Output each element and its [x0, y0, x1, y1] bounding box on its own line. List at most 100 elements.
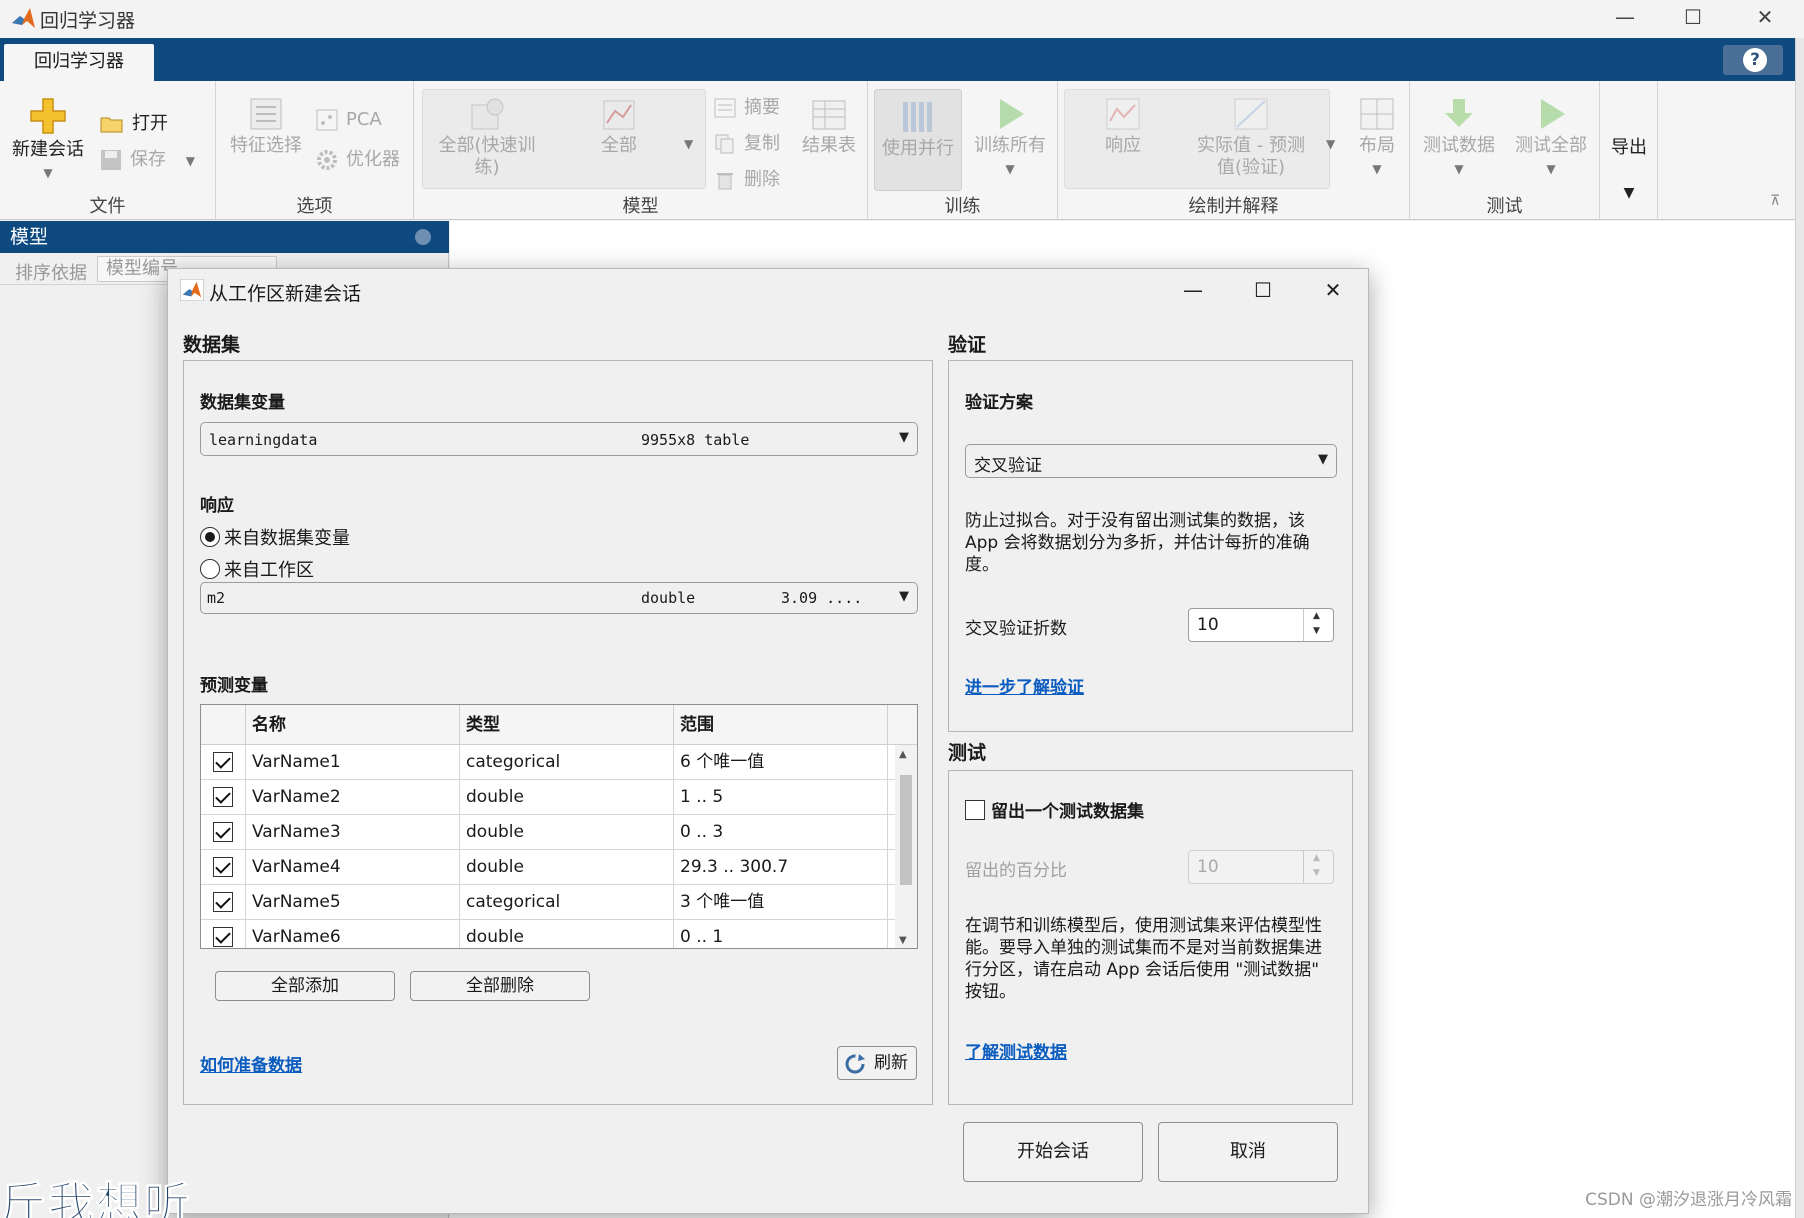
folder-open-icon: [100, 117, 123, 133]
open-button[interactable]: 打开: [100, 109, 168, 135]
spinner-down-icon[interactable]: ▼: [1313, 868, 1320, 878]
spinner-up-icon[interactable]: ▲: [1313, 853, 1320, 863]
scroll-up-icon[interactable]: ▲: [899, 749, 907, 760]
gear-icon: [317, 150, 337, 170]
collapse-ribbon-icon[interactable]: ⊼: [1770, 193, 1780, 209]
start-session-button[interactable]: 开始会话: [963, 1122, 1143, 1182]
add-all-button[interactable]: 全部添加: [215, 971, 395, 1001]
export-button[interactable]: 导出 ▼: [1604, 137, 1654, 204]
table-row[interactable]: VarName2 double 1 .. 5: [201, 780, 895, 815]
table-icon: [812, 100, 846, 130]
close-button[interactable]: ✕: [1730, 0, 1800, 38]
response-variable-select[interactable]: m2 double 3.09 .... ▼: [200, 582, 918, 614]
spinner-up-icon[interactable]: ▲: [1313, 611, 1320, 621]
play-icon: [1000, 99, 1024, 129]
table-row[interactable]: VarName1 categorical 6 个唯一值: [201, 745, 895, 780]
header-type[interactable]: 类型: [460, 705, 674, 745]
new-session-button[interactable]: 新建会话 ▼: [8, 97, 88, 184]
scroll-thumb[interactable]: [900, 775, 912, 885]
save-button[interactable]: 保存 ▼: [100, 145, 195, 171]
all-quick-train-button[interactable]: 全部(快速训 练): [432, 97, 542, 179]
radio-from-workspace[interactable]: 来自工作区: [200, 556, 314, 582]
quick-train-icon: [471, 98, 504, 130]
radio-selected-icon: [200, 527, 220, 547]
learn-test-data-link[interactable]: 了解测试数据: [965, 1038, 1067, 1063]
radio-from-dataset[interactable]: 来自数据集变量: [200, 524, 350, 550]
results-table-button[interactable]: 结果表: [794, 97, 864, 157]
help-button[interactable]: ?: [1723, 45, 1783, 75]
cell-range: 0 .. 1: [674, 920, 888, 948]
remove-all-button[interactable]: 全部删除: [410, 971, 590, 1001]
cell-name: VarName6: [246, 920, 460, 948]
test-data-button[interactable]: 测试数据 ▼: [1414, 97, 1504, 180]
table-row[interactable]: VarName5 categorical 3 个唯一值: [201, 885, 895, 920]
use-parallel-button[interactable]: 使用并行: [874, 89, 962, 191]
ribbon-tabstrip: 回归学习器 ?: [0, 38, 1795, 81]
trash-icon: [717, 173, 733, 190]
group-label-train: 训练: [944, 196, 981, 217]
pane-menu-icon[interactable]: [415, 229, 431, 245]
dialog-title: 从工作区新建会话: [209, 283, 362, 305]
row-checkbox[interactable]: [213, 822, 233, 842]
dialog-minimize-button[interactable]: —: [1163, 273, 1223, 307]
response-plot-button[interactable]: 响应: [1078, 97, 1168, 157]
cell-range: 1 .. 5: [674, 780, 888, 814]
row-checkbox[interactable]: [213, 927, 233, 947]
feature-selection-button[interactable]: 特征选择: [224, 97, 308, 157]
group-label-plot: 绘制并解释: [1188, 196, 1279, 217]
validation-description: 防止过拟合。对于没有留出测试集的数据，该 App 会将数据划分为多折，并估计每折…: [965, 511, 1310, 575]
optimizer-button[interactable]: 优化器: [316, 145, 400, 171]
header-name[interactable]: 名称: [246, 705, 460, 745]
checkbox-unchecked-icon: [965, 799, 985, 820]
plus-icon: [30, 98, 66, 134]
feature-list-icon: [250, 98, 282, 130]
cv-folds-spinner[interactable]: 10 ▲ ▼: [1188, 608, 1334, 642]
holdout-checkbox[interactable]: 留出一个测试数据集: [965, 797, 1144, 822]
row-checkbox[interactable]: [213, 752, 233, 772]
refresh-button[interactable]: 刷新: [837, 1046, 917, 1080]
dialog-close-button[interactable]: ✕: [1303, 273, 1363, 307]
table-row[interactable]: VarName4 double 29.3 .. 300.7: [201, 850, 895, 885]
cell-type: categorical: [460, 885, 674, 919]
cancel-button[interactable]: 取消: [1158, 1122, 1338, 1182]
response-plot-icon: [1106, 98, 1140, 130]
scroll-down-icon[interactable]: ▼: [899, 935, 907, 946]
row-checkbox[interactable]: [213, 857, 233, 877]
all-models-button[interactable]: 全部: [574, 97, 664, 157]
delete-button[interactable]: 删除: [714, 165, 780, 191]
table-scrollbar[interactable]: ▲ ▼: [895, 745, 917, 948]
header-range[interactable]: 范围: [674, 705, 888, 745]
predictors-table-header: 名称 类型 范围: [201, 705, 917, 745]
train-all-button[interactable]: 训练所有 ▼: [968, 97, 1052, 180]
summary-button[interactable]: 摘要: [714, 93, 780, 119]
refresh-icon: [845, 1054, 865, 1074]
tab-regression-learner[interactable]: 回归学习器: [4, 44, 154, 81]
cell-type: double: [460, 850, 674, 884]
table-row[interactable]: VarName6 double 0 .. 1: [201, 920, 895, 948]
copy-button[interactable]: 复制: [714, 129, 780, 155]
validation-scheme-select[interactable]: 交叉验证 ▼: [965, 444, 1337, 478]
cell-name: VarName4: [246, 850, 460, 884]
predicted-vs-actual-button[interactable]: 实际值 - 预测 值(验证): [1180, 97, 1322, 179]
maximize-button[interactable]: ☐: [1658, 0, 1728, 38]
holdout-percent-spinner[interactable]: 10 ▲ ▼: [1188, 850, 1334, 884]
spinner-down-icon[interactable]: ▼: [1313, 626, 1320, 636]
cell-range: 6 个唯一值: [674, 745, 888, 779]
gallery-expand-icon[interactable]: ▼: [684, 137, 693, 151]
row-checkbox[interactable]: [213, 892, 233, 912]
plot-gallery-expand-icon[interactable]: ▼: [1326, 137, 1335, 151]
import-arrow-icon: [1445, 99, 1473, 127]
dialog-maximize-button[interactable]: ☐: [1233, 273, 1293, 307]
minimize-button[interactable]: —: [1590, 0, 1660, 38]
dataset-variable-select[interactable]: learningdata 9955x8 table ▼: [200, 422, 918, 456]
window-scrollbar[interactable]: [1795, 38, 1804, 1218]
learn-validation-link[interactable]: 进一步了解验证: [965, 673, 1084, 698]
radio-unselected-icon: [200, 559, 220, 579]
pca-button[interactable]: PCA: [316, 109, 382, 131]
table-row[interactable]: VarName3 double 0 .. 3: [201, 815, 895, 850]
row-checkbox[interactable]: [213, 787, 233, 807]
cell-range: 3 个唯一值: [674, 885, 888, 919]
test-all-button[interactable]: 测试全部 ▼: [1506, 97, 1596, 180]
layout-button[interactable]: 布局 ▼: [1348, 97, 1406, 180]
how-to-prepare-data-link[interactable]: 如何准备数据: [200, 1051, 302, 1076]
